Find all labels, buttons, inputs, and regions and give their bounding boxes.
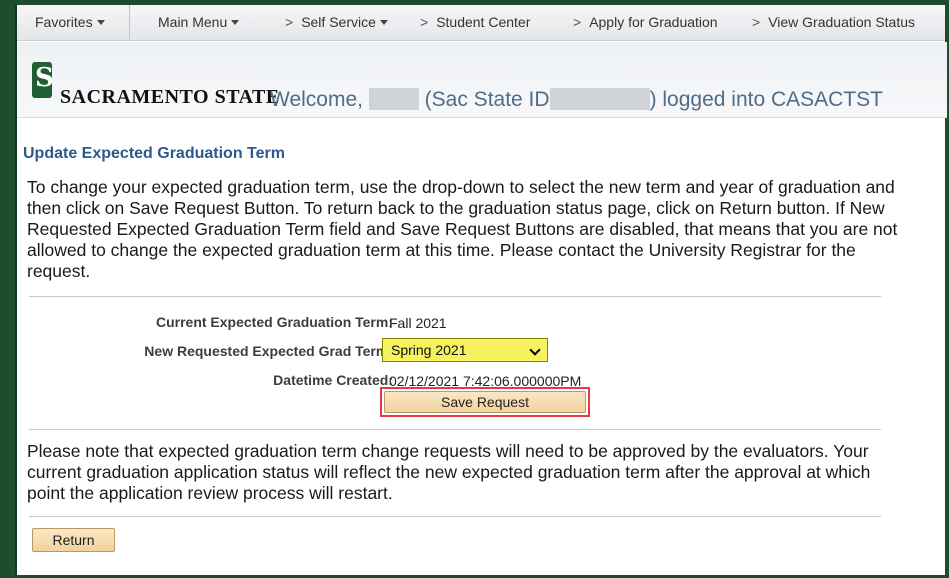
breadcrumb-view-status[interactable]: > View Graduation Status <box>752 14 915 30</box>
breadcrumb-student-center[interactable]: > Student Center <box>420 14 530 30</box>
page-frame: Favorites Main Menu > Self Service > Stude… <box>15 5 947 575</box>
logo-letter: S <box>35 63 54 93</box>
current-term-label: Current Expected Graduation Term: <box>155 314 393 330</box>
chevron-down-icon <box>529 344 541 356</box>
current-term-value: Fall 2021 <box>389 315 447 331</box>
favorites-menu[interactable]: Favorites <box>35 14 105 30</box>
divider <box>29 516 881 517</box>
breadcrumb-separator: > <box>285 14 294 30</box>
welcome-message: Welcome, (Sac State ID ) logged into CASA… <box>270 88 883 112</box>
approval-note-text: Please note that expected graduation ter… <box>27 441 871 503</box>
student-center-label: Student Center <box>436 14 531 30</box>
page-header: S SACRAMENTO STATE Welcome, (Sac State I… <box>17 42 947 118</box>
welcome-suffix: ) logged into CASACTST <box>649 88 883 111</box>
welcome-prefix: Welcome, <box>270 88 363 111</box>
self-service-label: Self Service <box>301 14 376 30</box>
nav-divider <box>129 5 130 41</box>
view-status-label: View Graduation Status <box>768 14 916 30</box>
page-title: Update Expected Graduation Term <box>23 145 285 162</box>
chevron-down-icon <box>96 20 105 25</box>
chevron-down-icon <box>379 20 388 25</box>
breadcrumb-self-service[interactable]: > Self Service <box>285 14 388 30</box>
welcome-id-prefix: (Sac State ID <box>424 88 550 111</box>
breadcrumb-separator: > <box>752 14 761 30</box>
return-button[interactable]: Return <box>32 528 115 552</box>
breadcrumb-separator: > <box>420 14 429 30</box>
apply-graduation-label: Apply for Graduation <box>589 14 718 30</box>
sacramento-state-logo-icon: S <box>32 62 54 98</box>
divider <box>29 429 881 430</box>
redacted-id <box>549 88 650 110</box>
datetime-created-label: Datetime Created: <box>273 372 393 388</box>
instructions-text: To change your expected graduation term,… <box>27 177 898 281</box>
redacted-name <box>368 88 419 110</box>
main-menu-label: Main Menu <box>158 14 228 30</box>
new-term-selected-value: Spring 2021 <box>391 342 467 358</box>
new-term-select[interactable]: Spring 2021 <box>382 338 548 362</box>
divider <box>29 296 881 297</box>
save-request-button[interactable]: Save Request <box>384 391 586 413</box>
new-term-label: New Requested Expected Grad Term: <box>144 343 393 359</box>
breadcrumb-separator: > <box>573 14 582 30</box>
breadcrumb-apply-graduation[interactable]: > Apply for Graduation <box>573 14 718 30</box>
logo-text: SACRAMENTO STATE <box>60 86 280 108</box>
main-menu[interactable]: Main Menu <box>158 14 240 30</box>
favorites-label: Favorites <box>35 14 93 30</box>
chevron-down-icon <box>231 20 240 25</box>
breadcrumb-nav: Favorites Main Menu > Self Service > Stude… <box>17 5 945 41</box>
